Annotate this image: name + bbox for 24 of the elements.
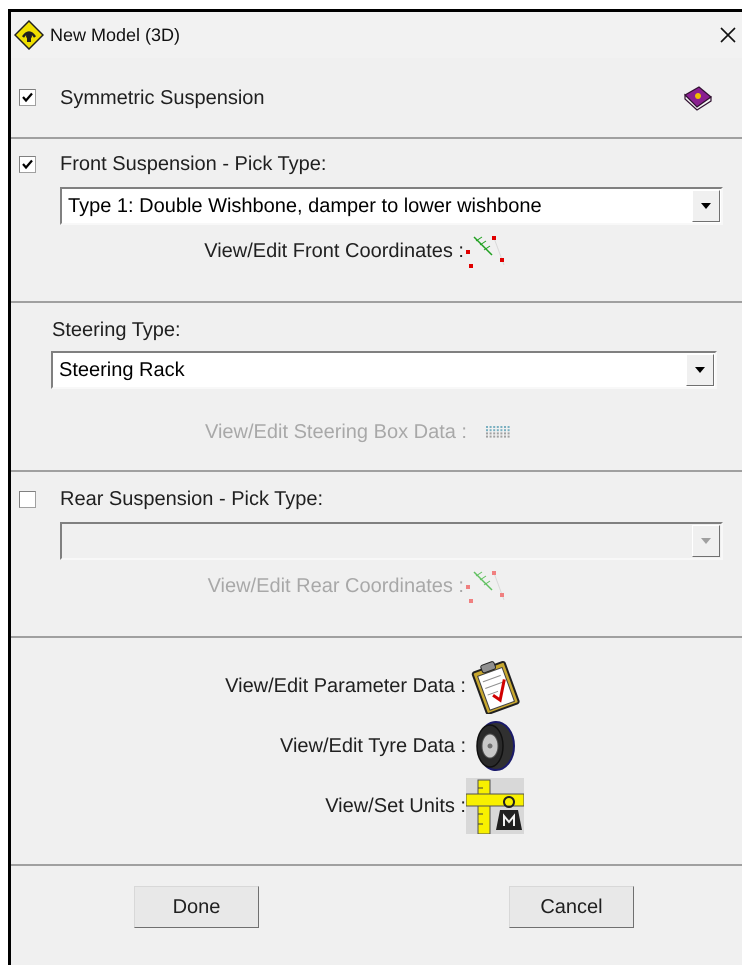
dialog-button[interactable]: Cancel: [509, 886, 634, 928]
checkbox[interactable]: [19, 89, 36, 106]
dropdown-value: Type 1: Double Wishbone, damper to lower wishbone: [67, 194, 543, 219]
window-title: New Model (3D): [50, 24, 182, 47]
checkbox[interactable]: [19, 490, 36, 508]
warning-sign-icon: [14, 20, 44, 50]
caret-icon[interactable]: [692, 190, 720, 222]
checkbox-label[interactable]: Rear Suspension - Pick Type:: [60, 484, 324, 514]
help-book-icon[interactable]: [683, 84, 713, 110]
dropdown[interactable]: Steering Rack: [51, 351, 717, 389]
link-label[interactable]: View/Edit Parameter Data :: [11, 671, 466, 701]
caret-icon[interactable]: [686, 354, 714, 386]
close-icon[interactable]: [719, 26, 737, 44]
link-label[interactable]: View/Set Units :: [11, 791, 466, 821]
checkbox-label[interactable]: Symmetric Suspension: [60, 82, 683, 112]
dropdown-value: Steering Rack: [58, 358, 186, 383]
dialog-button[interactable]: Done: [134, 886, 259, 928]
field-label: Steering Type:: [52, 318, 182, 343]
link-label[interactable]: View/Edit Front Coordinates :: [11, 236, 464, 266]
link-label[interactable]: View/Edit Tyre Data :: [11, 731, 466, 761]
checkbox-label[interactable]: Front Suspension - Pick Type:: [60, 149, 326, 179]
dropdown[interactable]: Type 1: Double Wishbone, damper to lower wishbone: [60, 187, 723, 225]
ruler-weight-icon[interactable]: [466, 778, 524, 834]
checkbox[interactable]: [19, 156, 36, 172]
